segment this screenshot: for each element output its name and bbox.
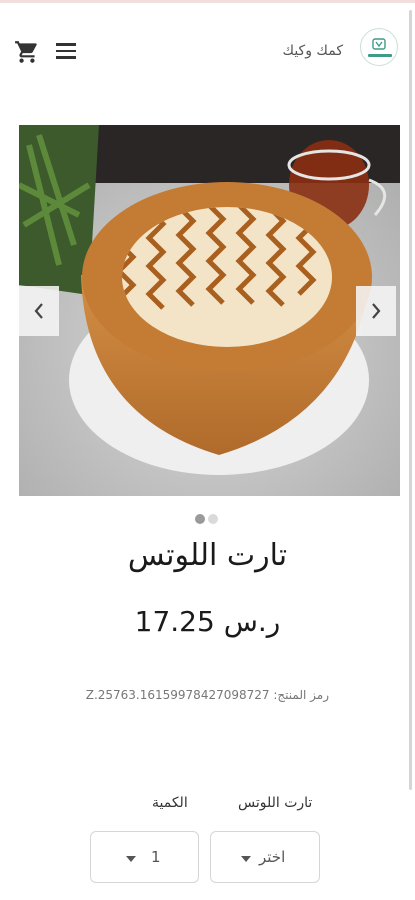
quantity-label: الكمية	[152, 795, 188, 811]
slider-dot-1[interactable]	[195, 514, 205, 524]
slider-next-button[interactable]	[356, 286, 396, 336]
variant-select-value: اختر	[259, 848, 286, 866]
dropdown-caret-icon	[241, 856, 251, 862]
logo-emblem-icon	[372, 38, 386, 50]
store-name[interactable]: كمك وكيك	[283, 43, 343, 59]
product-photo	[19, 125, 400, 496]
product-price: 17.25 ر.س	[134, 605, 281, 638]
product-title: تارت اللوتس	[127, 538, 288, 573]
sku-value: Z.25763.16159978427098727	[85, 688, 270, 702]
product-image-slider[interactable]	[19, 125, 400, 496]
menu-icon[interactable]	[56, 43, 76, 59]
slider-pagination	[195, 514, 225, 526]
chevron-right-icon	[372, 303, 381, 319]
variant-label: تارت اللوتس	[238, 795, 313, 811]
cart-icon[interactable]	[14, 39, 40, 65]
logo-wordmark	[368, 54, 392, 57]
scrollbar[interactable]	[409, 10, 412, 790]
header: كمك وكيك	[0, 3, 415, 98]
store-logo[interactable]	[360, 28, 398, 66]
quantity-select[interactable]: 1	[90, 831, 199, 883]
slider-prev-button[interactable]	[19, 286, 59, 336]
chevron-left-icon	[34, 303, 43, 319]
dropdown-caret-icon	[126, 856, 136, 862]
product-sku: رمز المنتج: Z.25763.16159978427098727	[86, 688, 329, 702]
variant-select[interactable]: اختر	[210, 831, 320, 883]
slider-dot-2[interactable]	[208, 514, 218, 524]
sku-label: رمز المنتج:	[273, 688, 329, 702]
quantity-select-value: 1	[151, 848, 161, 866]
